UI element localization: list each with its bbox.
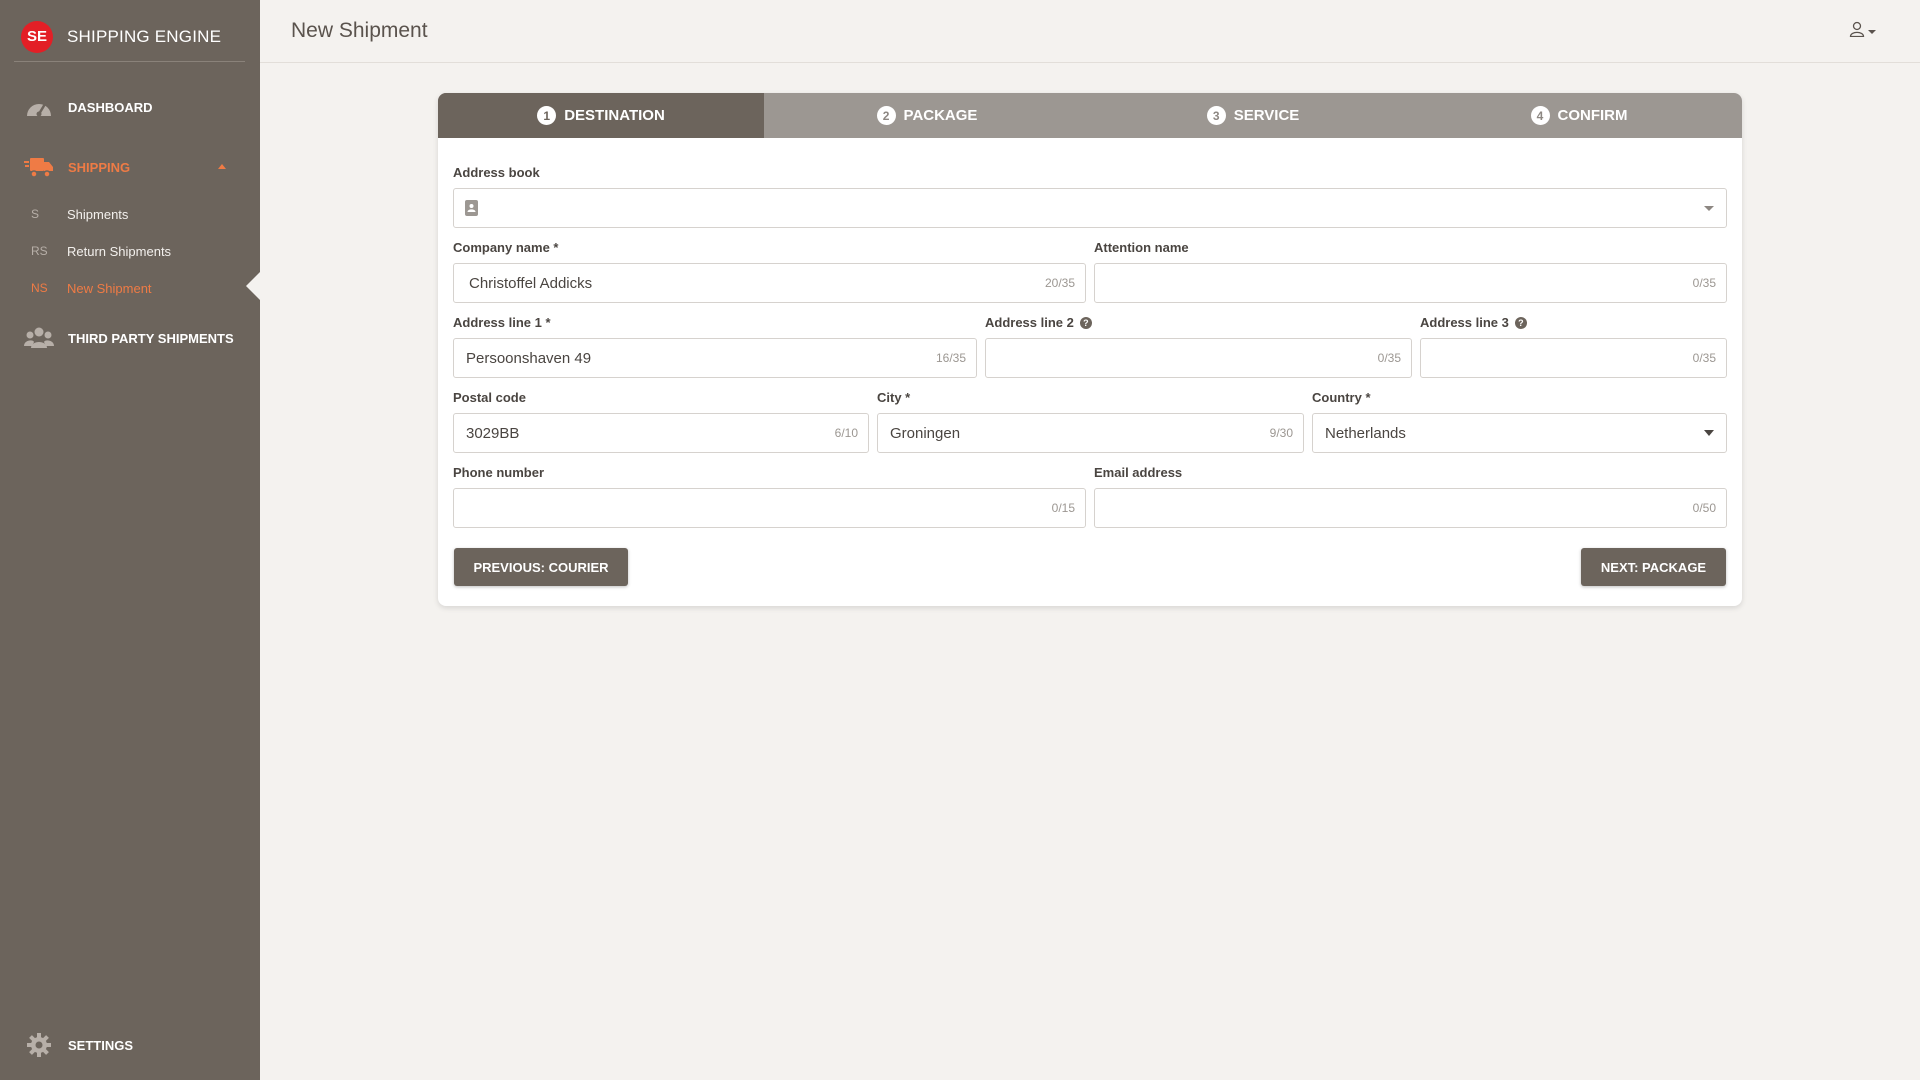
speedometer-icon (24, 92, 54, 122)
company-name-input[interactable]: Christoffel Addicks 20/35 (453, 263, 1086, 303)
sidebar-item-dashboard[interactable]: DASHBOARD (0, 92, 260, 122)
attention-name-input[interactable]: 0/35 (1094, 263, 1727, 303)
page-title: New Shipment (291, 19, 428, 42)
gear-icon (24, 1030, 54, 1060)
char-counter: 6/10 (834, 426, 858, 440)
char-counter: 0/35 (1377, 351, 1401, 365)
user-icon (1849, 21, 1865, 42)
char-counter: 20/35 (1044, 276, 1075, 290)
char-counter: 0/35 (1692, 276, 1716, 290)
char-counter: 0/15 (1051, 501, 1075, 515)
postal-code-input[interactable]: 3029BB 6/10 (453, 413, 869, 453)
step-label: DESTINATION (564, 107, 665, 124)
attention-name-label: Attention name (1094, 240, 1189, 255)
step-number: 3 (1206, 106, 1226, 125)
step-label: CONFIRM (1557, 107, 1628, 124)
user-menu[interactable] (1849, 21, 1876, 42)
active-indicator (246, 272, 260, 300)
sidebar-subitem-return-shipments[interactable]: RS Return Shipments (0, 237, 260, 265)
address-line-2-input[interactable]: 0/35 (985, 338, 1412, 378)
phone-number-label: Phone number (453, 465, 545, 480)
address-book-select[interactable] (453, 188, 1727, 228)
sidebar-item-label: SHIPPING (68, 159, 131, 175)
char-counter: 16/35 (935, 351, 966, 365)
address-line-3-label-text: Address line 3 (1420, 315, 1509, 330)
step-label: SERVICE (1233, 107, 1300, 124)
step-number: 1 (537, 106, 557, 125)
truck-icon (24, 152, 54, 182)
email-address-label: Email address (1094, 465, 1183, 480)
shipment-form-card: 1 DESTINATION 2 PACKAGE 3 SERVICE 4 CONF… (438, 93, 1742, 606)
char-counter: 0/50 (1692, 501, 1716, 515)
address-line-1-value: Persoonshaven 49 (466, 349, 592, 367)
subitem-label: Return Shipments (67, 243, 172, 259)
step-confirm[interactable]: 4 CONFIRM (1416, 93, 1742, 138)
postal-code-value: 3029BB (466, 424, 520, 442)
contact-book-icon (465, 200, 478, 216)
company-name-label: Company name * (453, 240, 559, 255)
subitem-abbr: NS (31, 281, 48, 295)
step-service[interactable]: 3 SERVICE (1090, 93, 1416, 138)
phone-number-input[interactable]: 0/15 (453, 488, 1086, 528)
chevron-up-icon (218, 164, 226, 169)
company-name-value: Christoffel Addicks (469, 274, 593, 292)
subitem-label: Shipments (67, 206, 129, 222)
sidebar-item-label: THIRD PARTY SHIPMENTS (68, 330, 234, 346)
sidebar-item-settings[interactable]: SETTINGS (0, 1030, 260, 1060)
sidebar-item-shipping[interactable]: SHIPPING (0, 152, 260, 182)
postal-code-label: Postal code (453, 390, 526, 405)
app-name: SHIPPING ENGINE (67, 26, 222, 46)
sidebar-item-label: SETTINGS (68, 1037, 134, 1053)
address-line-2-label-text: Address line 2 (985, 315, 1074, 330)
address-line-1-label: Address line 1 * (453, 315, 551, 330)
address-line-2-label: Address line 2 ? (985, 315, 1092, 330)
sidebar-subitem-new-shipment[interactable]: NS New Shipment (0, 274, 260, 302)
city-label: City * (877, 390, 911, 405)
country-select[interactable]: Netherlands (1312, 413, 1727, 453)
sidebar-item-label: DASHBOARD (68, 99, 153, 115)
char-counter: 9/30 (1269, 426, 1293, 440)
step-destination[interactable]: 1 DESTINATION (438, 93, 764, 138)
previous-courier-button[interactable]: PREVIOUS: COURIER (454, 548, 628, 586)
address-line-3-label: Address line 3 ? (1420, 315, 1527, 330)
step-package[interactable]: 2 PACKAGE (764, 93, 1090, 138)
subitem-abbr: S (31, 207, 40, 221)
app-logo: SE (21, 20, 53, 53)
step-number: 2 (876, 106, 896, 125)
city-input[interactable]: Groningen 9/30 (877, 413, 1304, 453)
step-label: PACKAGE (903, 107, 978, 124)
chevron-down-icon (1868, 29, 1876, 34)
sidebar-subitem-shipments[interactable]: S Shipments (0, 200, 260, 228)
help-icon[interactable]: ? (1079, 316, 1092, 329)
help-icon[interactable]: ? (1514, 316, 1527, 329)
brand[interactable]: SE SHIPPING ENGINE (14, 12, 245, 62)
sidebar-item-third-party-shipments[interactable]: THIRD PARTY SHIPMENTS (0, 323, 260, 353)
chevron-down-icon (1704, 205, 1714, 211)
next-package-button[interactable]: NEXT: PACKAGE (1581, 548, 1726, 586)
address-line-3-input[interactable]: 0/35 (1420, 338, 1727, 378)
sidebar: SE SHIPPING ENGINE DASHBOARD SHIPPING S … (0, 0, 260, 1080)
chevron-down-icon (1704, 430, 1714, 436)
topbar: New Shipment (260, 0, 1920, 63)
wizard-steps: 1 DESTINATION 2 PACKAGE 3 SERVICE 4 CONF… (438, 93, 1742, 138)
city-value: Groningen (890, 424, 961, 442)
subitem-label: New Shipment (67, 280, 152, 296)
step-number: 4 (1530, 106, 1550, 125)
country-value: Netherlands (1325, 424, 1406, 442)
users-icon (24, 323, 54, 353)
address-book-label: Address book (453, 165, 540, 180)
subitem-abbr: RS (31, 244, 48, 258)
email-address-input[interactable]: 0/50 (1094, 488, 1727, 528)
country-label: Country * (1312, 390, 1371, 405)
char-counter: 0/35 (1692, 351, 1716, 365)
address-line-1-input[interactable]: Persoonshaven 49 16/35 (453, 338, 977, 378)
